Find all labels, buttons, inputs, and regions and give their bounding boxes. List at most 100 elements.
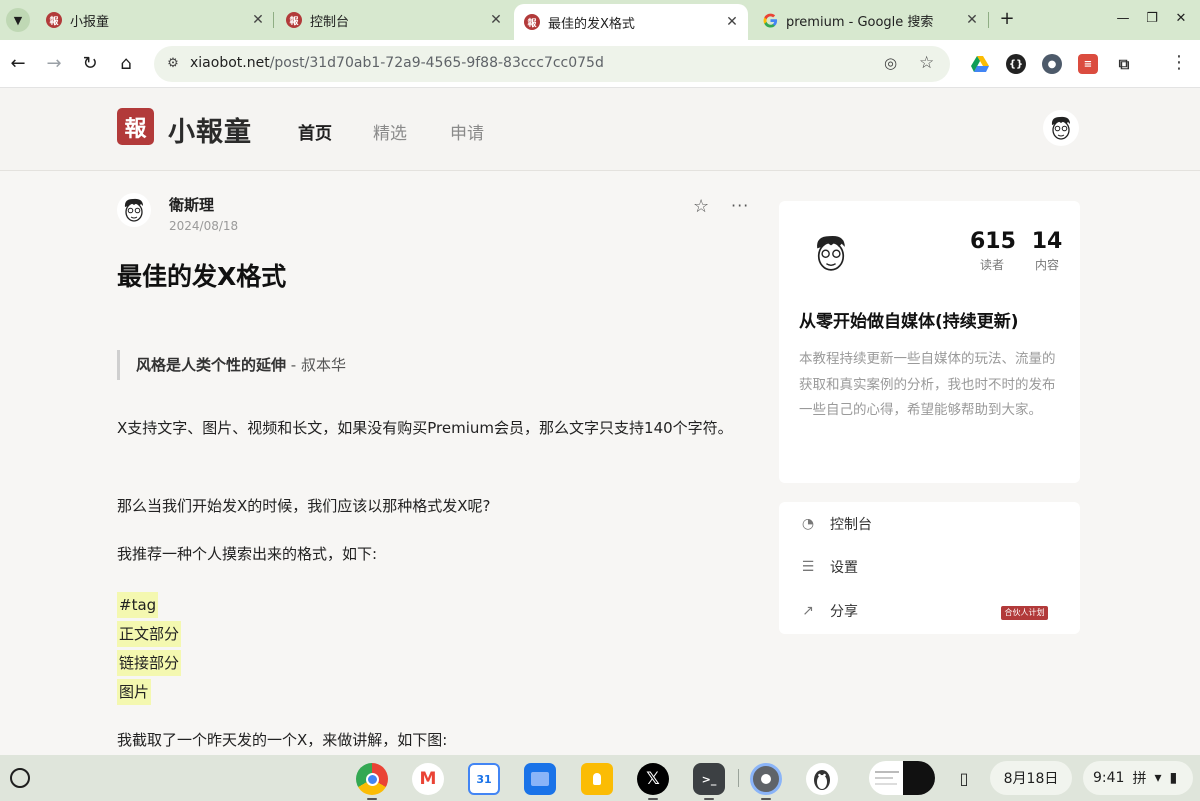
- eye-off-icon[interactable]: ◎: [884, 54, 897, 72]
- ime-indicator: 拼: [1132, 771, 1147, 787]
- post-date: 2024/08/18: [169, 219, 239, 233]
- clock-time: 9:41: [1093, 770, 1125, 786]
- files-icon[interactable]: [524, 763, 556, 795]
- author-avatar[interactable]: [117, 193, 151, 227]
- settings-icon[interactable]: [750, 763, 782, 795]
- tab-strip: ▼ 報 小报童 ✕ 報 控制台 ✕ 報 最佳的发X格式 ✕ premium - …: [0, 0, 1200, 40]
- logo-text[interactable]: 小報童: [168, 110, 252, 149]
- user-avatar-icon: [1051, 116, 1070, 140]
- terminal-icon[interactable]: >_: [693, 763, 725, 795]
- phone-hub-icon[interactable]: ▯: [953, 761, 975, 795]
- tab-separator: [273, 12, 274, 28]
- extension-globe-icon[interactable]: ●: [1042, 54, 1062, 74]
- site-header: 報 小報童 首页 精选 申请: [0, 88, 1200, 171]
- sidebar-item-label: 控制台: [830, 517, 872, 533]
- penguin-icon[interactable]: [806, 763, 838, 795]
- readers-count: 615: [970, 229, 1016, 254]
- column-title[interactable]: 从零开始做自媒体(持续更新): [799, 307, 1019, 332]
- url-text[interactable]: xiaobot.net/post/31d70ab1-72a9-4565-9f88…: [190, 55, 604, 71]
- chrome-center: [365, 772, 379, 786]
- thumbnail-line: [875, 777, 893, 779]
- shelf-separator: [738, 769, 739, 787]
- xiaobaotong-favicon-icon: 報: [524, 14, 540, 30]
- google-g-icon: [763, 13, 777, 28]
- star-icon[interactable]: ☆: [919, 53, 934, 73]
- folder-shape: [531, 772, 549, 786]
- status-tray[interactable]: 9:41 拼 ▾ ▮: [1083, 761, 1193, 795]
- partner-program-badge[interactable]: 合伙人计划: [1001, 606, 1048, 620]
- nav-featured[interactable]: 精选: [373, 119, 407, 144]
- tab-title: 控制台: [310, 14, 350, 30]
- chrome-icon[interactable]: [356, 763, 388, 795]
- more-vert-icon[interactable]: ⋮: [1170, 52, 1188, 73]
- readers-label: 读者: [979, 258, 1004, 272]
- avatar[interactable]: [1043, 110, 1079, 146]
- sidebar-item-label: 分享: [830, 604, 858, 620]
- share-icon: ↗: [802, 603, 814, 619]
- tab-close-icon[interactable]: ✕: [722, 14, 742, 30]
- gear-center: [761, 774, 771, 784]
- tab-separator: [988, 12, 989, 28]
- readers-stat: 615 读者: [970, 229, 1016, 273]
- running-indicator: [761, 798, 771, 800]
- page-title: 最佳的发X格式: [117, 262, 287, 291]
- nav-home[interactable]: 首页: [298, 119, 332, 144]
- screen-capture-thumbnail[interactable]: [869, 761, 935, 795]
- column-description: 本教程持续更新一些自媒体的玩法、流量的获取和真实案例的分析，我也时不时的发布一些…: [799, 351, 1056, 418]
- home-icon[interactable]: ⌂: [114, 52, 138, 76]
- keep-icon[interactable]: [581, 763, 613, 795]
- xiaobaotong-favicon-icon: 報: [46, 12, 62, 28]
- date-tray[interactable]: 8月18日: [990, 761, 1072, 795]
- star-icon[interactable]: ☆: [693, 196, 709, 217]
- maximize-icon[interactable]: ❐: [1141, 8, 1163, 30]
- tab-search-button[interactable]: ▼: [6, 8, 30, 32]
- settings-icon: ☰: [801, 559, 815, 575]
- highlight-line: 正文部分: [117, 621, 182, 647]
- logo-mark[interactable]: 報: [117, 108, 154, 145]
- arrow-left-icon[interactable]: ←: [6, 52, 30, 76]
- sidebar-menu: ◔ 控制台 ☰ 设置 ↗ 分享 合伙人计划: [779, 502, 1080, 634]
- xiaobaotong-favicon-icon: 報: [286, 12, 302, 28]
- tune-icon[interactable]: ⚙: [164, 55, 182, 73]
- google-favicon-icon: [762, 12, 778, 28]
- gmail-icon[interactable]: M: [412, 763, 444, 795]
- wifi-icon: ▾: [1154, 770, 1162, 786]
- todoist-icon[interactable]: ≡: [1078, 54, 1098, 74]
- column-avatar[interactable]: [799, 221, 863, 285]
- tab-google-search[interactable]: premium - Google 搜索 ✕: [756, 0, 982, 40]
- tab-close-icon[interactable]: ✕: [962, 12, 982, 28]
- extension-brackets-icon[interactable]: {}: [1006, 54, 1026, 74]
- reload-icon[interactable]: ↻: [78, 52, 102, 76]
- url-path: /post/31d70ab1-72a9-4565-9f88-83ccc7cc07…: [269, 55, 604, 71]
- quote-author: - 叔本华: [286, 356, 346, 374]
- tab-close-icon[interactable]: ✕: [248, 12, 268, 28]
- os-shelf: M 31 𝕏 >_ ▯ 8月18日 9:41 拼 ▾ ▮: [0, 755, 1200, 801]
- running-indicator: [704, 798, 714, 800]
- plus-icon[interactable]: +: [996, 8, 1018, 30]
- sidebar-item-settings[interactable]: ☰ 设置: [799, 555, 1059, 579]
- blockquote: 风格是人类个性的延伸 - 叔本华: [117, 350, 346, 380]
- tab-title: 最佳的发X格式: [548, 16, 635, 32]
- sidebar-item-console[interactable]: ◔ 控制台: [799, 512, 1059, 536]
- window-close-icon[interactable]: ✕: [1170, 8, 1192, 30]
- tab-console[interactable]: 報 控制台 ✕: [280, 0, 506, 40]
- author-name[interactable]: 衛斯理: [169, 194, 214, 215]
- arrow-right-icon[interactable]: →: [42, 52, 66, 76]
- nav-apply[interactable]: 申请: [450, 119, 484, 144]
- launcher-icon[interactable]: [10, 768, 30, 788]
- minimize-icon[interactable]: —: [1112, 8, 1134, 30]
- content-label: 内容: [1034, 258, 1059, 272]
- tab-active-post[interactable]: 報 最佳的发X格式 ✕: [514, 4, 748, 40]
- thumbnail-dark-area: [903, 761, 935, 795]
- highlight-line: #tag: [117, 592, 159, 618]
- bulb-shape: [593, 773, 601, 785]
- x-icon[interactable]: 𝕏: [637, 763, 669, 795]
- google-drive-icon[interactable]: [970, 54, 990, 74]
- calendar-icon[interactable]: 31: [468, 763, 500, 795]
- address-bar[interactable]: ⚙ xiaobot.net/post/31d70ab1-72a9-4565-9f…: [154, 46, 950, 82]
- tab-xiaobaotong[interactable]: 報 小报童 ✕: [40, 0, 268, 40]
- puzzle-icon[interactable]: ⧉: [1114, 54, 1134, 74]
- url-host: xiaobot.net: [190, 55, 270, 71]
- more-horiz-icon[interactable]: ···: [731, 196, 749, 215]
- tab-close-icon[interactable]: ✕: [486, 12, 506, 28]
